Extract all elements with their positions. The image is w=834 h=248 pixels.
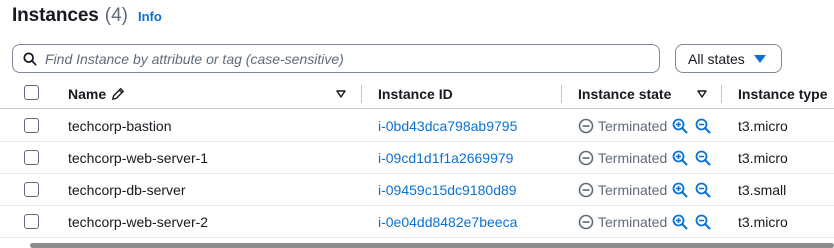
terminated-status-icon xyxy=(578,150,594,166)
instance-id-link[interactable]: i-0e04dd8482e7beeca xyxy=(378,206,517,238)
zoom-in-icon[interactable] xyxy=(672,182,688,198)
table-row[interactable]: techcorp-bastion i-0bd43dca798ab9795 Ter… xyxy=(0,110,834,142)
instance-state: Terminated xyxy=(578,206,711,238)
table-row[interactable]: techcorp-web-server-2 i-0e04dd8482e7beec… xyxy=(0,206,834,238)
instance-count: (4) xyxy=(104,5,128,26)
column-divider[interactable] xyxy=(561,85,562,103)
instance-state: Terminated xyxy=(578,174,711,206)
state-label: Terminated xyxy=(598,150,668,166)
terminated-status-icon xyxy=(578,118,594,134)
instance-id-link[interactable]: i-09459c15dc9180d89 xyxy=(378,174,517,206)
zoom-in-icon[interactable] xyxy=(672,150,688,166)
table-row[interactable]: techcorp-db-server i-09459c15dc9180d89 T… xyxy=(0,174,834,206)
column-header-instance-id[interactable]: Instance ID xyxy=(378,79,453,109)
state-filter-select[interactable]: All states xyxy=(675,44,782,73)
instance-type: t3.micro xyxy=(738,214,788,230)
state-label: Terminated xyxy=(598,182,668,198)
search-icon xyxy=(23,51,37,66)
zoom-out-icon[interactable] xyxy=(695,150,711,166)
select-all-checkbox[interactable] xyxy=(24,85,39,100)
state-filter-label: All states xyxy=(688,50,745,67)
column-divider[interactable] xyxy=(721,85,722,103)
caret-down-icon xyxy=(754,55,766,63)
zoom-out-icon[interactable] xyxy=(695,182,711,198)
page-title: Instances xyxy=(12,5,99,26)
row-checkbox[interactable] xyxy=(24,214,39,229)
instance-type: t3.micro xyxy=(738,150,788,166)
table-row[interactable]: techcorp-web-server-1 i-09cd1d1f1a266997… xyxy=(0,142,834,174)
instance-state: Terminated xyxy=(578,142,711,174)
pencil-icon xyxy=(112,88,125,100)
page-header: Instances (4) Info xyxy=(12,5,162,33)
instance-name: techcorp-db-server xyxy=(68,182,186,198)
column-header-instance-state[interactable]: Instance state xyxy=(578,79,671,109)
instance-state: Terminated xyxy=(578,110,711,142)
column-name-label: Name xyxy=(68,86,107,102)
horizontal-scrollbar[interactable] xyxy=(30,243,834,248)
instance-name: techcorp-web-server-2 xyxy=(68,214,209,230)
row-checkbox[interactable] xyxy=(24,182,39,197)
instance-type: t3.small xyxy=(738,182,787,198)
state-label: Terminated xyxy=(598,118,668,134)
info-link[interactable]: Info xyxy=(138,9,162,24)
column-instance-id-label: Instance ID xyxy=(378,86,453,102)
column-header-name[interactable]: Name xyxy=(68,79,125,109)
search-box[interactable] xyxy=(12,44,660,73)
zoom-out-icon[interactable] xyxy=(695,118,711,134)
terminated-status-icon xyxy=(578,182,594,198)
row-checkbox[interactable] xyxy=(24,150,39,165)
zoom-out-icon[interactable] xyxy=(695,214,711,230)
sort-descending-icon[interactable] xyxy=(697,89,707,99)
zoom-in-icon[interactable] xyxy=(672,118,688,134)
row-checkbox[interactable] xyxy=(24,118,39,133)
instance-id-link[interactable]: i-0bd43dca798ab9795 xyxy=(378,110,517,142)
table-header: Name Instance ID Instance state Instance… xyxy=(0,79,834,109)
state-label: Terminated xyxy=(598,214,668,230)
column-instance-state-label: Instance state xyxy=(578,86,672,102)
terminated-status-icon xyxy=(578,214,594,230)
zoom-in-icon[interactable] xyxy=(672,214,688,230)
instance-name: techcorp-web-server-1 xyxy=(68,150,209,166)
sort-descending-icon[interactable] xyxy=(336,89,346,99)
column-instance-type-label: Instance type xyxy=(738,86,828,102)
instance-type: t3.micro xyxy=(738,118,788,134)
search-input[interactable] xyxy=(45,50,635,67)
column-header-instance-type[interactable]: Instance type xyxy=(738,79,827,109)
instance-name: techcorp-bastion xyxy=(68,118,172,134)
instance-id-link[interactable]: i-09cd1d1f1a2669979 xyxy=(378,142,513,174)
column-divider[interactable] xyxy=(361,85,362,103)
